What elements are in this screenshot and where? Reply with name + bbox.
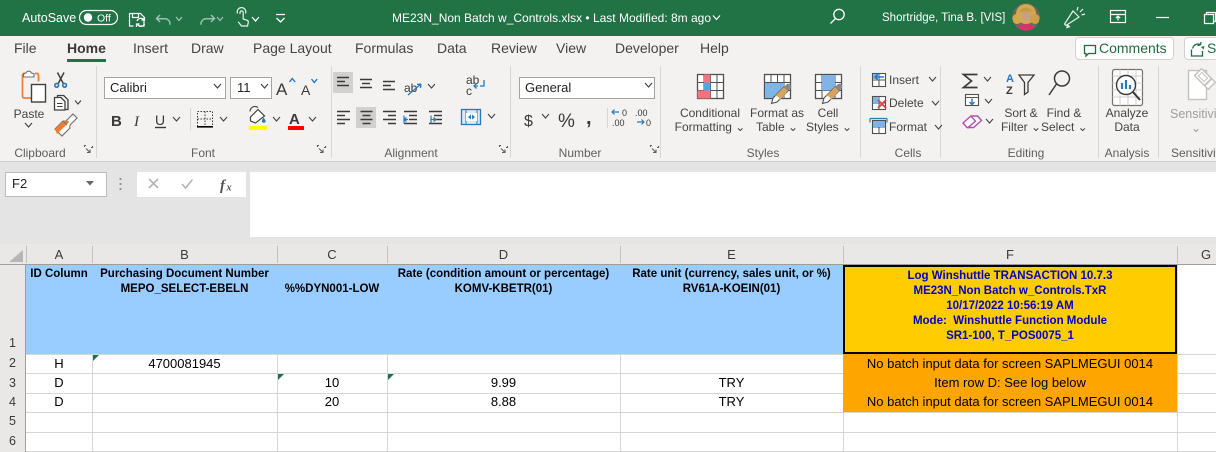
svg-text:x: x — [226, 183, 232, 194]
svg-text:Off: Off — [97, 13, 111, 25]
svg-text:Z: Z — [1006, 85, 1013, 97]
svg-text:A: A — [1006, 73, 1014, 85]
